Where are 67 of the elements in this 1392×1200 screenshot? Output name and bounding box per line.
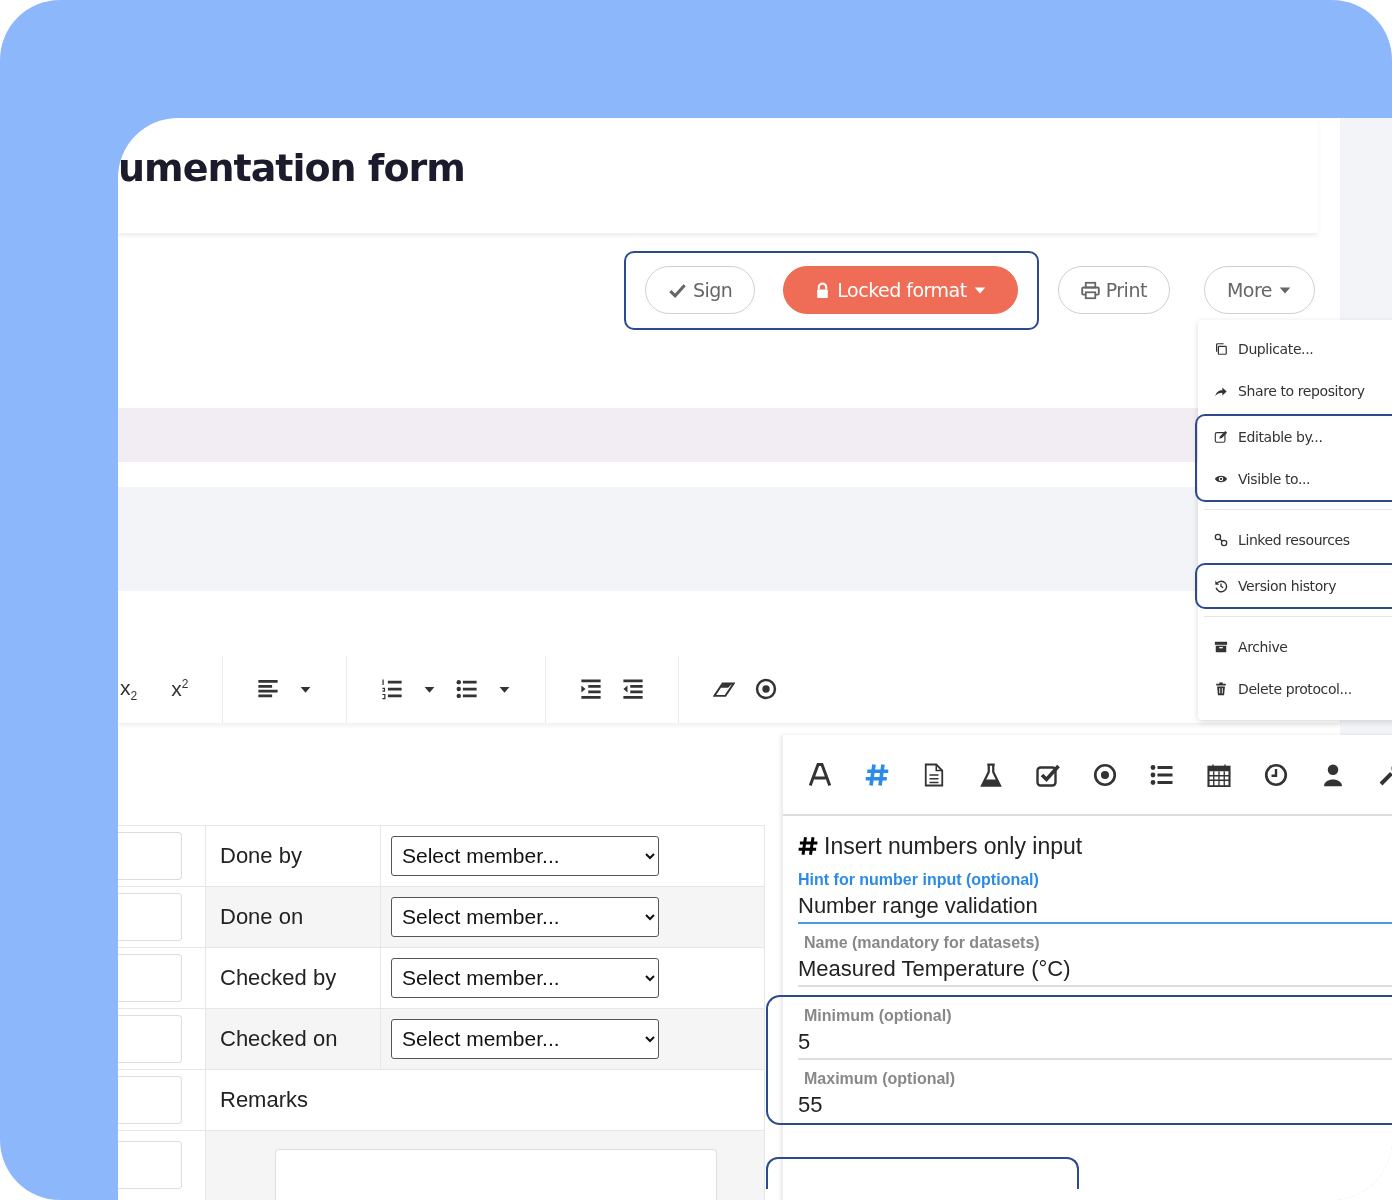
input-field[interactable]: Name (mandatory for datasets) Measured Temperature (°C)	[798, 924, 1392, 987]
edit-icon	[1214, 430, 1228, 444]
menu-item[interactable]: Version history	[1197, 565, 1392, 607]
input-field[interactable]: Hint for number input (optional) Number range validation	[798, 861, 1392, 924]
trash-icon	[1214, 682, 1228, 696]
clock-icon	[1264, 762, 1288, 787]
page-title: umentation form	[118, 146, 465, 191]
member-select[interactable]: Select member...	[391, 958, 659, 998]
hash-icon	[865, 762, 889, 787]
member-select[interactable]: Select member...	[391, 1019, 659, 1059]
printer-icon	[1080, 280, 1100, 300]
hash-icon	[798, 836, 818, 856]
panel-heading: Insert numbers only input	[824, 832, 1083, 860]
menu-item[interactable]: Visible to...	[1197, 458, 1392, 500]
format-button[interactable]: x$^{2}$	[171, 677, 189, 702]
user-icon	[1321, 762, 1345, 787]
row-label: Checked by	[220, 965, 337, 991]
menu-item[interactable]: Share to repository	[1197, 370, 1392, 412]
input-type-button[interactable]	[979, 762, 1003, 787]
input-type-button[interactable]	[1150, 762, 1174, 787]
numbered-list-icon[interactable]	[381, 678, 404, 701]
input-type-button[interactable]	[1321, 762, 1345, 787]
document-icon	[922, 762, 946, 787]
menu-item[interactable]: Editable by...	[1197, 416, 1392, 458]
menu-item[interactable]: Duplicate...	[1197, 328, 1392, 370]
font-icon	[808, 762, 832, 787]
link-icon	[1214, 533, 1228, 547]
more-button[interactable]: More	[1203, 266, 1315, 315]
input-type-button[interactable]	[1036, 762, 1060, 787]
input-field[interactable]	[118, 954, 182, 1002]
outdent-icon[interactable]	[622, 678, 645, 701]
input-field[interactable]	[118, 1141, 182, 1190]
row-label: Done by	[220, 843, 302, 869]
member-select[interactable]: Select member...	[391, 836, 659, 876]
row-label: Done on	[220, 904, 304, 930]
input-type-button[interactable]	[808, 762, 832, 787]
input-type-button[interactable]	[1207, 762, 1231, 787]
calendar-icon	[1207, 762, 1231, 787]
indent-icon[interactable]	[580, 678, 603, 701]
history-icon	[1214, 579, 1228, 593]
bullet-list-icon[interactable]	[456, 678, 479, 701]
archive-icon	[1214, 640, 1228, 654]
action-button[interactable]: Sign	[644, 266, 756, 315]
action-button[interactable]: Print	[1057, 266, 1170, 315]
input-field[interactable]	[118, 1076, 182, 1124]
input-type-button[interactable]	[865, 762, 889, 787]
input-type-button[interactable]	[1093, 762, 1117, 787]
input-field[interactable]: Maximum (optional) 55	[798, 1060, 1392, 1123]
menu-item[interactable]: Delete protocol...	[1197, 668, 1392, 710]
menu-item[interactable]: Archive	[1197, 626, 1392, 668]
checkbox-icon	[1036, 762, 1060, 787]
list-icon	[1150, 762, 1174, 787]
copy-icon	[1214, 342, 1228, 356]
radio-button-icon[interactable]	[755, 678, 778, 701]
input-field[interactable]: Minimum (optional) 5	[798, 997, 1392, 1060]
row-label: Remarks	[220, 1087, 308, 1113]
radio-button-icon	[1093, 762, 1117, 787]
member-select[interactable]: Select member...	[391, 897, 659, 937]
menu-item[interactable]: Linked resources	[1197, 519, 1392, 561]
input-field[interactable]	[118, 893, 182, 941]
input-type-button[interactable]	[922, 762, 946, 787]
input-field[interactable]	[118, 1015, 182, 1063]
row-label: Checked on	[220, 1026, 338, 1052]
input-type-button[interactable]	[1264, 762, 1288, 787]
input-field[interactable]	[118, 832, 182, 880]
format-button[interactable]: x$_{2}$	[120, 675, 138, 704]
flask-icon	[979, 762, 1003, 787]
